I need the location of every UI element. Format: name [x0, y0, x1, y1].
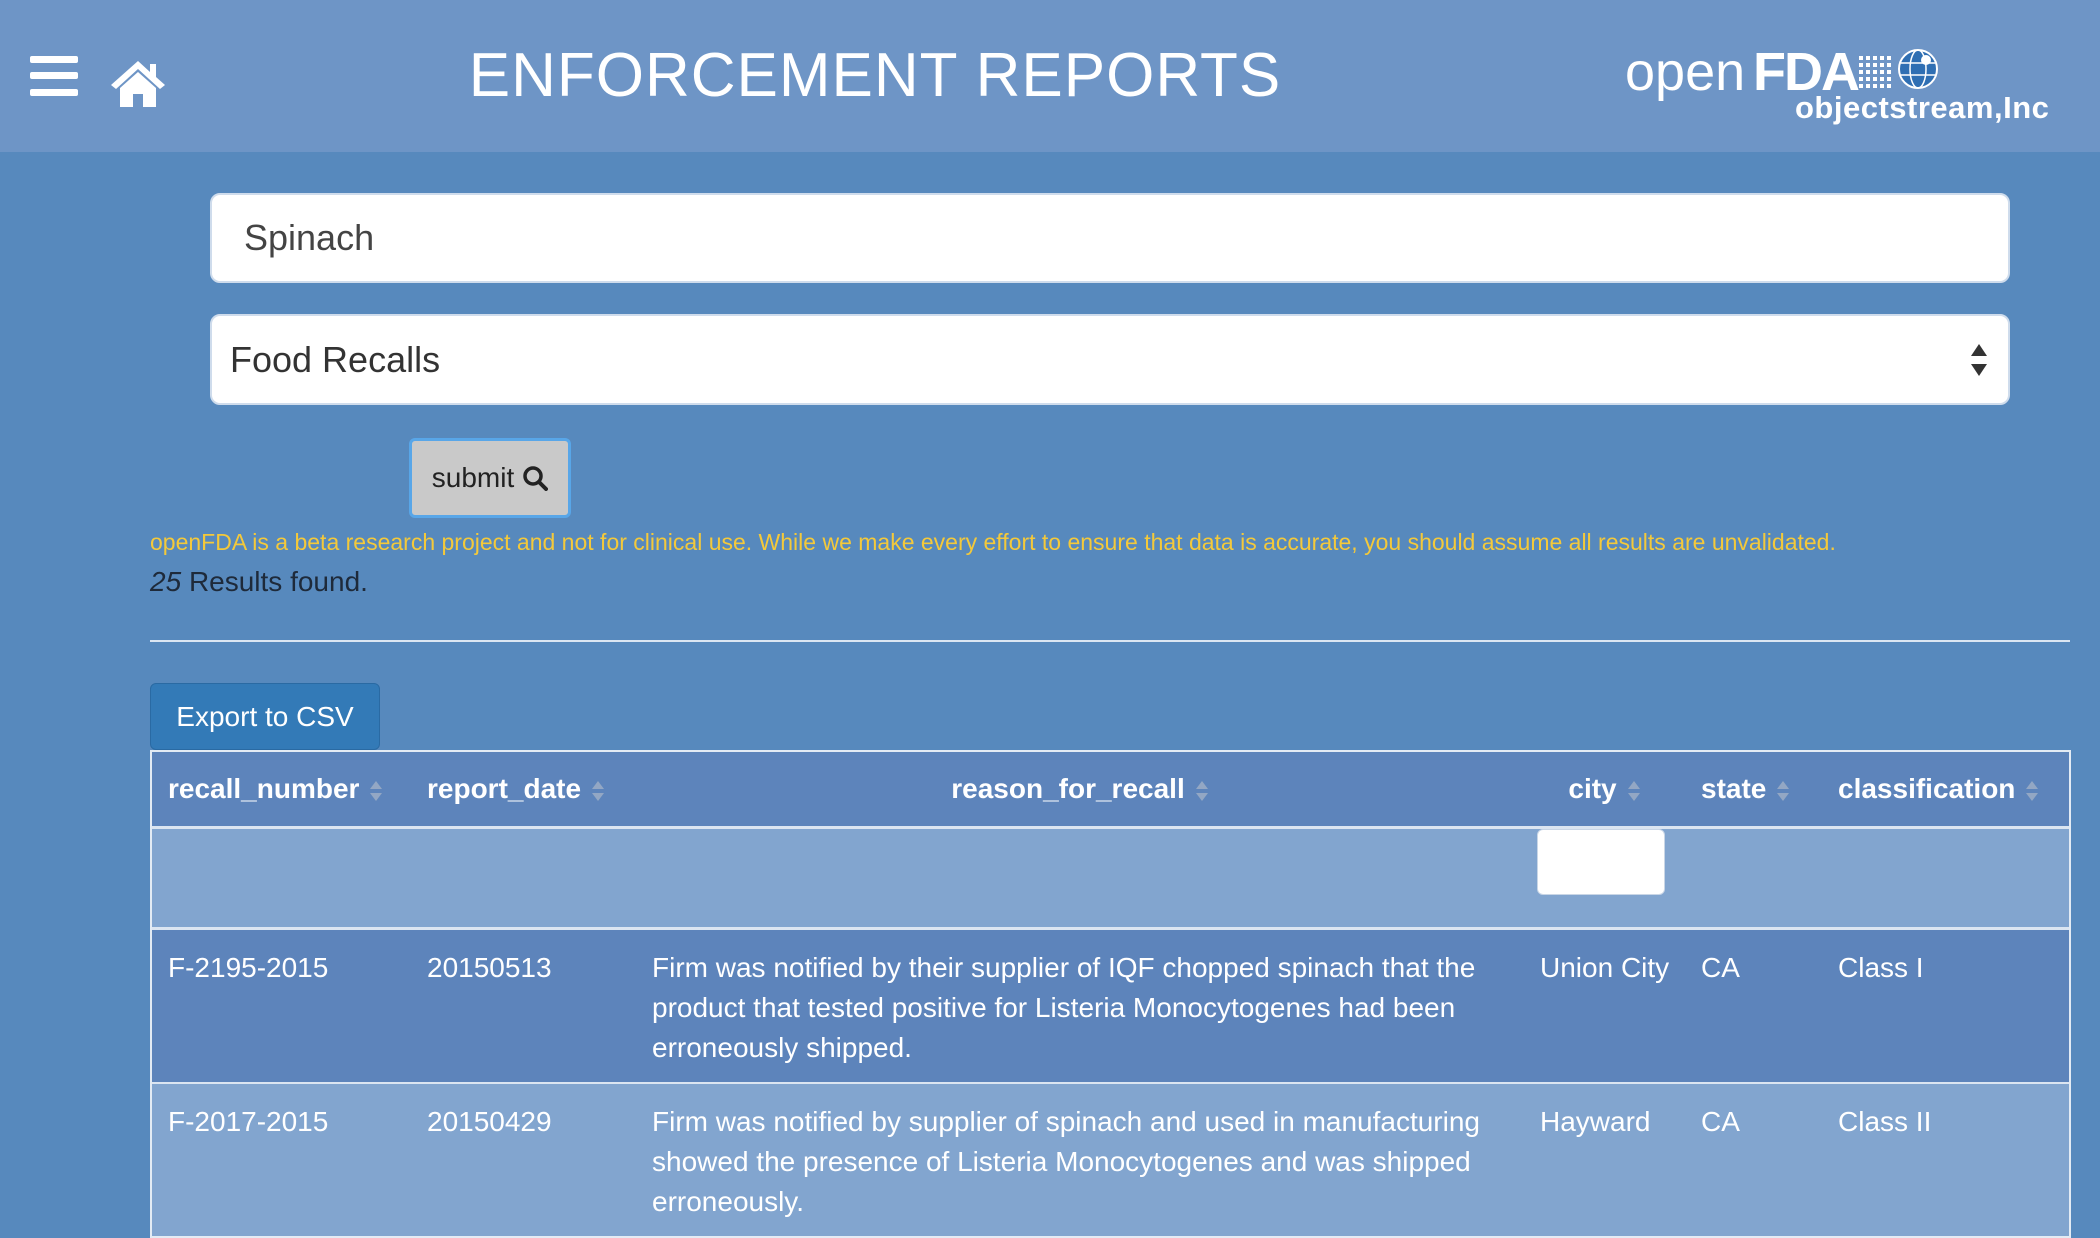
cell-report-date: 20150429	[411, 1083, 636, 1236]
results-label: Results found.	[188, 566, 368, 597]
search-input[interactable]	[210, 193, 2010, 283]
column-header-report-date[interactable]: report_date	[411, 752, 636, 829]
city-filter-input[interactable]	[1537, 829, 1665, 895]
filter-cell	[411, 827, 636, 930]
column-header-state[interactable]: state	[1685, 752, 1822, 829]
submit-label: submit	[431, 462, 515, 493]
globe-icon	[1898, 49, 1938, 89]
select-arrows-icon	[1971, 344, 1987, 376]
cell-city: Hayward	[1524, 1083, 1685, 1236]
cell-recall-number: F-2017-2015	[152, 1083, 411, 1236]
filter-cell	[152, 827, 411, 930]
menu-icon[interactable]	[30, 56, 78, 96]
column-label: reason_for_recall	[951, 773, 1185, 804]
cell-reason-for-recall: Firm was notified by their supplier of I…	[636, 928, 1524, 1084]
results-count: 25	[150, 566, 182, 597]
filter-cell	[1822, 827, 2069, 930]
column-label: recall_number	[168, 773, 360, 804]
report-type-select[interactable]: Food Recalls	[210, 314, 2010, 405]
filter-cell	[1685, 827, 1822, 930]
sort-icon	[592, 780, 605, 801]
column-label: state	[1701, 773, 1767, 804]
filter-row	[152, 827, 2069, 930]
sort-icon	[1627, 780, 1640, 801]
report-type-selected-value: Food Recalls	[230, 339, 441, 380]
table-row[interactable]: F-2017-2015 20150429 Firm was notified b…	[152, 1083, 2069, 1236]
filter-cell-city	[1524, 827, 1685, 930]
sort-icon	[370, 780, 383, 801]
logo-open-text: open	[1625, 42, 1746, 102]
column-header-reason-for-recall[interactable]: reason_for_recall	[636, 752, 1524, 829]
cell-reason-for-recall: Firm was notified by supplier of spinach…	[636, 1083, 1524, 1236]
column-header-classification[interactable]: classification	[1822, 752, 2069, 829]
column-label: classification	[1838, 773, 2016, 804]
openfda-logo: open FDA objectstream,Inc	[1625, 42, 2075, 132]
cell-state: CA	[1685, 928, 1822, 1084]
home-icon[interactable]	[110, 58, 166, 108]
sort-icon	[2026, 780, 2039, 801]
cell-classification: Class II	[1822, 1083, 2069, 1236]
sort-icon	[1777, 780, 1790, 801]
page-title: ENFORCEMENT REPORTS	[468, 41, 1282, 110]
filter-cell	[636, 827, 1524, 930]
cell-recall-number: F-2195-2015	[152, 928, 411, 1084]
results-summary: 25 Results found.	[150, 564, 368, 600]
search-icon	[523, 466, 549, 491]
column-label: city	[1568, 773, 1617, 804]
cell-classification: Class I	[1822, 928, 2069, 1084]
submit-button[interactable]: submit	[409, 438, 571, 518]
top-bar: ENFORCEMENT REPORTS open FDA objectstrea…	[0, 0, 2100, 152]
sort-icon	[1195, 780, 1208, 801]
column-header-recall-number[interactable]: recall_number	[152, 752, 411, 829]
cell-state: CA	[1685, 1083, 1822, 1236]
results-table: recall_number report_date reason_for_rec…	[150, 750, 2071, 1238]
dot-grid-icon	[1859, 56, 1891, 88]
cell-report-date: 20150513	[411, 928, 636, 1084]
table-row[interactable]: F-2195-2015 20150513 Firm was notified b…	[152, 928, 2069, 1084]
logo-company-text: objectstream,Inc	[1795, 90, 2050, 125]
table-header-row: recall_number report_date reason_for_rec…	[152, 752, 2069, 829]
export-csv-button[interactable]: Export to CSV	[150, 683, 380, 750]
cell-city: Union City	[1524, 928, 1685, 1084]
column-header-city[interactable]: city	[1524, 752, 1685, 829]
beta-disclaimer: openFDA is a beta research project and n…	[150, 529, 1836, 555]
column-label: report_date	[427, 773, 582, 804]
divider	[150, 640, 2070, 642]
